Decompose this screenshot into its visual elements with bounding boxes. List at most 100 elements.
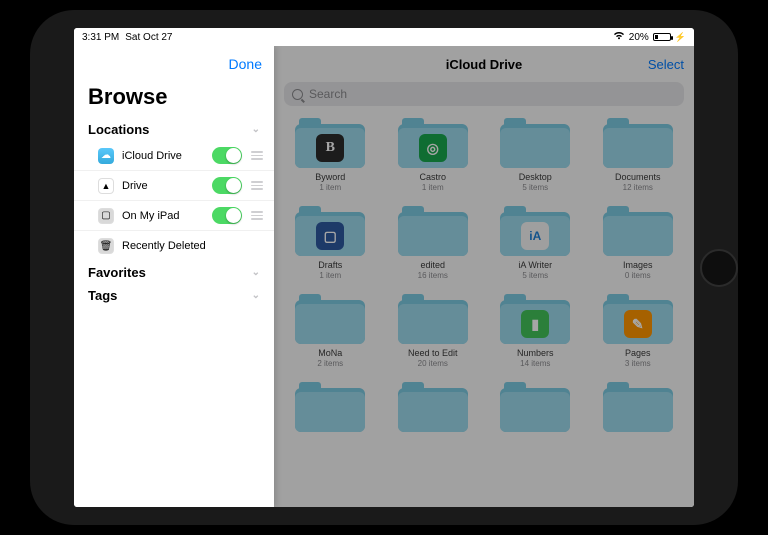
folder-item[interactable]: B Byword1 item — [284, 118, 377, 192]
reorder-grip-icon[interactable] — [250, 181, 264, 190]
folder-subtitle: 2 items — [317, 359, 343, 368]
folder-subtitle: 5 items — [522, 183, 548, 192]
section-favorites-label: Favorites — [88, 265, 146, 280]
folder-icon — [398, 382, 468, 432]
location-row[interactable]: 🗑 Recently Deleted — [74, 231, 274, 261]
battery-icon — [653, 33, 671, 41]
folder-item[interactable]: MoNa2 items — [284, 294, 377, 368]
folder-subtitle: 1 item — [319, 271, 341, 280]
folder-badge-icon: ▢ — [316, 222, 344, 250]
folder-name: iA Writer — [518, 260, 552, 270]
folder-name: Desktop — [519, 172, 552, 182]
location-row[interactable]: ▢ On My iPad — [74, 201, 274, 231]
status-date: Sat Oct 27 — [125, 32, 172, 43]
charging-icon: ⚡ — [675, 32, 686, 43]
folder-icon — [603, 206, 673, 256]
location-row[interactable]: ☁︎iCloud Drive — [74, 141, 274, 171]
folder-item[interactable]: Need to Edit20 items — [387, 294, 480, 368]
folder-subtitle: 0 items — [625, 271, 651, 280]
folder-name: Castro — [419, 172, 446, 182]
folder-item[interactable]: ▢ Drafts1 item — [284, 206, 377, 280]
section-locations[interactable]: Locations ⌄ — [74, 118, 274, 141]
location-icon: ☁︎ — [98, 148, 114, 164]
folder-icon: B — [295, 118, 365, 168]
folder-grid: BByword1 item◎Castro1 itemDesktop5 items… — [274, 114, 694, 507]
folder-icon — [295, 294, 365, 344]
chevron-down-icon: ⌄ — [252, 124, 260, 135]
reorder-grip-icon[interactable] — [250, 151, 264, 160]
folder-name: Pages — [625, 348, 651, 358]
folder-icon: ▢ — [295, 206, 365, 256]
sidebar: Done Browse Locations ⌄ ☁︎iCloud Drive▲D… — [74, 46, 274, 507]
location-toggle[interactable] — [212, 177, 242, 194]
folder-badge-icon: ▮ — [521, 310, 549, 338]
wifi-icon — [613, 31, 625, 43]
folder-subtitle: 20 items — [418, 359, 448, 368]
folder-icon — [603, 382, 673, 432]
folder-item[interactable]: Desktop5 items — [489, 118, 582, 192]
folder-item[interactable]: Documents12 items — [592, 118, 685, 192]
folder-name: MoNa — [318, 348, 342, 358]
ipad-device: 3:31 PM Sat Oct 27 20% ⚡ iCloud Drive Se… — [0, 0, 768, 535]
folder-item[interactable]: ◎Castro1 item — [387, 118, 480, 192]
folder-item[interactable]: ✎ Pages3 items — [592, 294, 685, 368]
location-label: Drive — [122, 180, 204, 192]
search-icon — [292, 89, 303, 100]
page-title: iCloud Drive — [446, 57, 523, 72]
folder-subtitle: 12 items — [623, 183, 653, 192]
chevron-down-icon: ⌄ — [252, 267, 260, 278]
location-label: Recently Deleted — [122, 240, 264, 252]
location-row[interactable]: ▲ Drive — [74, 171, 274, 201]
folder-name: Drafts — [318, 260, 342, 270]
folder-icon — [500, 382, 570, 432]
select-button[interactable]: Select — [648, 57, 684, 72]
section-favorites[interactable]: Favorites ⌄ — [74, 261, 274, 284]
section-tags[interactable]: Tags ⌄ — [74, 284, 274, 307]
folder-item[interactable]: iAiA Writer5 items — [489, 206, 582, 280]
bezel: 3:31 PM Sat Oct 27 20% ⚡ iCloud Drive Se… — [30, 10, 738, 525]
folder-icon — [398, 294, 468, 344]
folder-item[interactable] — [387, 382, 480, 437]
folder-badge-icon: ◎ — [419, 134, 447, 162]
location-label: On My iPad — [122, 210, 204, 222]
reorder-grip-icon[interactable] — [250, 211, 264, 220]
search-input[interactable]: Search — [284, 82, 684, 106]
status-time: 3:31 PM — [82, 32, 119, 43]
location-icon: 🗑 — [98, 238, 114, 254]
folder-icon: ✎ — [603, 294, 673, 344]
battery-pct: 20% — [629, 32, 649, 43]
folder-item[interactable] — [592, 382, 685, 437]
location-toggle[interactable] — [212, 147, 242, 164]
folder-item[interactable]: Images0 items — [592, 206, 685, 280]
location-icon: ▢ — [98, 208, 114, 224]
search-placeholder: Search — [309, 87, 347, 101]
folder-icon: iA — [500, 206, 570, 256]
folder-icon — [295, 382, 365, 432]
folder-icon: ▮ — [500, 294, 570, 344]
main-panel: iCloud Drive Select Search BByword1 item… — [274, 46, 694, 507]
sidebar-header: Done — [74, 46, 274, 82]
status-bar: 3:31 PM Sat Oct 27 20% ⚡ — [74, 28, 694, 46]
folder-name: Byword — [315, 172, 345, 182]
home-button[interactable] — [700, 249, 738, 287]
folder-item[interactable]: ▮Numbers14 items — [489, 294, 582, 368]
folder-subtitle: 3 items — [625, 359, 651, 368]
screen: 3:31 PM Sat Oct 27 20% ⚡ iCloud Drive Se… — [74, 28, 694, 507]
folder-item[interactable] — [284, 382, 377, 437]
folder-item[interactable] — [489, 382, 582, 437]
folder-name: edited — [420, 260, 445, 270]
folder-name: Documents — [615, 172, 661, 182]
folder-subtitle: 1 item — [319, 183, 341, 192]
folder-icon: ◎ — [398, 118, 468, 168]
main-header: iCloud Drive Select — [274, 46, 694, 82]
folder-item[interactable]: edited16 items — [387, 206, 480, 280]
location-toggle[interactable] — [212, 207, 242, 224]
folder-icon — [500, 118, 570, 168]
folder-name: Need to Edit — [408, 348, 458, 358]
section-locations-label: Locations — [88, 122, 149, 137]
location-icon: ▲ — [98, 178, 114, 194]
folder-badge-icon: ✎ — [624, 310, 652, 338]
folder-name: Numbers — [517, 348, 554, 358]
done-button[interactable]: Done — [229, 56, 262, 72]
locations-list: ☁︎iCloud Drive ▲ Drive ▢ On My iPad 🗑 Recently… — [74, 141, 274, 261]
